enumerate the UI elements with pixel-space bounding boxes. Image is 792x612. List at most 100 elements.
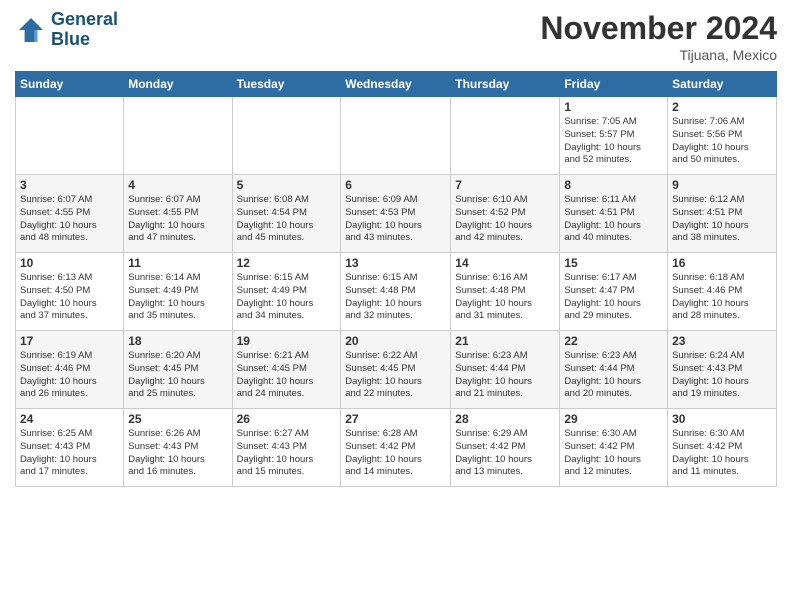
day-info: Sunrise: 6:16 AM Sunset: 4:48 PM Dayligh… (455, 272, 555, 323)
day-info: Sunrise: 6:13 AM Sunset: 4:50 PM Dayligh… (20, 272, 119, 323)
calendar-cell: 14 Sunrise: 6:16 AM Sunset: 4:48 PM Dayli… (451, 253, 560, 331)
calendar-week-row: 1 Sunrise: 7:05 AM Sunset: 5:57 PM Daylig… (16, 97, 777, 175)
weekday-header: Sunday (16, 72, 124, 97)
day-number: 25 (128, 412, 227, 426)
day-info: Sunrise: 6:26 AM Sunset: 4:43 PM Dayligh… (128, 428, 227, 479)
calendar-cell: 16Sunrise: 6:18 AM Sunset: 4:46 PM Dayli… (668, 253, 777, 331)
calendar-cell: 22 Sunrise: 6:23 AM Sunset: 4:44 PM Dayli… (560, 331, 668, 409)
day-number: 24 (20, 412, 119, 426)
day-number: 17 (20, 334, 119, 348)
day-info: Sunrise: 6:30 AM Sunset: 4:42 PM Dayligh… (564, 428, 663, 479)
day-number: 14 (455, 256, 555, 270)
day-info: Sunrise: 6:15 AM Sunset: 4:48 PM Dayligh… (345, 272, 446, 323)
calendar-cell: 7 Sunrise: 6:10 AM Sunset: 4:52 PM Daylig… (451, 175, 560, 253)
weekday-header: Tuesday (232, 72, 341, 97)
weekday-header: Friday (560, 72, 668, 97)
calendar-cell: 23Sunrise: 6:24 AM Sunset: 4:43 PM Dayli… (668, 331, 777, 409)
calendar-cell: 19 Sunrise: 6:21 AM Sunset: 4:45 PM Dayli… (232, 331, 341, 409)
calendar-cell: 12Sunrise: 6:15 AM Sunset: 4:49 PM Dayli… (232, 253, 341, 331)
day-info: Sunrise: 6:07 AM Sunset: 4:55 PM Dayligh… (20, 194, 119, 245)
day-info: Sunrise: 6:30 AM Sunset: 4:42 PM Dayligh… (672, 428, 772, 479)
day-number: 26 (237, 412, 337, 426)
calendar-table: SundayMondayTuesdayWednesdayThursdayFrid… (15, 71, 777, 487)
day-number: 10 (20, 256, 119, 270)
calendar-cell: 5Sunrise: 6:08 AM Sunset: 4:54 PM Daylig… (232, 175, 341, 253)
day-number: 28 (455, 412, 555, 426)
calendar-cell (232, 97, 341, 175)
day-info: Sunrise: 6:10 AM Sunset: 4:52 PM Dayligh… (455, 194, 555, 245)
calendar-cell (451, 97, 560, 175)
day-info: Sunrise: 6:18 AM Sunset: 4:46 PM Dayligh… (672, 272, 772, 323)
day-info: Sunrise: 6:19 AM Sunset: 4:46 PM Dayligh… (20, 350, 119, 401)
day-number: 6 (345, 178, 446, 192)
day-number: 15 (564, 256, 663, 270)
day-number: 18 (128, 334, 227, 348)
day-info: Sunrise: 6:24 AM Sunset: 4:43 PM Dayligh… (672, 350, 772, 401)
calendar-cell (16, 97, 124, 175)
day-number: 27 (345, 412, 446, 426)
day-number: 1 (564, 100, 663, 114)
calendar-cell: 26 Sunrise: 6:27 AM Sunset: 4:43 PM Dayli… (232, 409, 341, 487)
day-number: 4 (128, 178, 227, 192)
month-title: November 2024 (540, 10, 777, 47)
day-number: 8 (564, 178, 663, 192)
day-info: Sunrise: 6:17 AM Sunset: 4:47 PM Dayligh… (564, 272, 663, 323)
calendar-cell: 28 Sunrise: 6:29 AM Sunset: 4:42 PM Dayli… (451, 409, 560, 487)
calendar-cell: 4 Sunrise: 6:07 AM Sunset: 4:55 PM Daylig… (124, 175, 232, 253)
calendar-week-row: 10 Sunrise: 6:13 AM Sunset: 4:50 PM Dayli… (16, 253, 777, 331)
day-number: 11 (128, 256, 227, 270)
calendar-header-row: SundayMondayTuesdayWednesdayThursdayFrid… (16, 72, 777, 97)
calendar-cell: 27 Sunrise: 6:28 AM Sunset: 4:42 PM Dayli… (341, 409, 451, 487)
day-info: Sunrise: 6:12 AM Sunset: 4:51 PM Dayligh… (672, 194, 772, 245)
calendar-cell: 18 Sunrise: 6:20 AM Sunset: 4:45 PM Dayli… (124, 331, 232, 409)
day-info: Sunrise: 6:23 AM Sunset: 4:44 PM Dayligh… (564, 350, 663, 401)
calendar-cell: 15 Sunrise: 6:17 AM Sunset: 4:47 PM Dayli… (560, 253, 668, 331)
location: Tijuana, Mexico (540, 47, 777, 63)
day-info: Sunrise: 6:08 AM Sunset: 4:54 PM Dayligh… (237, 194, 337, 245)
logo-line1: General (51, 10, 118, 30)
logo-line2: Blue (51, 30, 118, 50)
calendar-cell: 30 Sunrise: 6:30 AM Sunset: 4:42 PM Dayli… (668, 409, 777, 487)
day-number: 22 (564, 334, 663, 348)
logo-text: General Blue (51, 10, 118, 50)
logo: General Blue (15, 10, 118, 50)
calendar-cell: 24 Sunrise: 6:25 AM Sunset: 4:43 PM Dayli… (16, 409, 124, 487)
day-number: 21 (455, 334, 555, 348)
calendar-cell: 10 Sunrise: 6:13 AM Sunset: 4:50 PM Dayli… (16, 253, 124, 331)
day-info: Sunrise: 6:27 AM Sunset: 4:43 PM Dayligh… (237, 428, 337, 479)
day-info: Sunrise: 6:28 AM Sunset: 4:42 PM Dayligh… (345, 428, 446, 479)
day-info: Sunrise: 6:29 AM Sunset: 4:42 PM Dayligh… (455, 428, 555, 479)
calendar-cell: 9 Sunrise: 6:12 AM Sunset: 4:51 PM Daylig… (668, 175, 777, 253)
calendar-cell: 25 Sunrise: 6:26 AM Sunset: 4:43 PM Dayli… (124, 409, 232, 487)
logo-icon (15, 14, 47, 46)
day-number: 12 (237, 256, 337, 270)
calendar-cell: 8 Sunrise: 6:11 AM Sunset: 4:51 PM Daylig… (560, 175, 668, 253)
day-number: 9 (672, 178, 772, 192)
calendar-cell: 1 Sunrise: 7:05 AM Sunset: 5:57 PM Daylig… (560, 97, 668, 175)
calendar-cell: 11Sunrise: 6:14 AM Sunset: 4:49 PM Dayli… (124, 253, 232, 331)
day-number: 19 (237, 334, 337, 348)
day-number: 30 (672, 412, 772, 426)
day-info: Sunrise: 6:23 AM Sunset: 4:44 PM Dayligh… (455, 350, 555, 401)
day-info: Sunrise: 6:20 AM Sunset: 4:45 PM Dayligh… (128, 350, 227, 401)
calendar-cell: 6Sunrise: 6:09 AM Sunset: 4:53 PM Daylig… (341, 175, 451, 253)
calendar-week-row: 24 Sunrise: 6:25 AM Sunset: 4:43 PM Dayli… (16, 409, 777, 487)
weekday-header: Saturday (668, 72, 777, 97)
calendar-cell: 21 Sunrise: 6:23 AM Sunset: 4:44 PM Dayli… (451, 331, 560, 409)
day-info: Sunrise: 6:21 AM Sunset: 4:45 PM Dayligh… (237, 350, 337, 401)
day-number: 2 (672, 100, 772, 114)
page-header: General Blue November 2024 Tijuana, Mexi… (15, 10, 777, 63)
day-info: Sunrise: 6:22 AM Sunset: 4:45 PM Dayligh… (345, 350, 446, 401)
day-number: 20 (345, 334, 446, 348)
weekday-header: Monday (124, 72, 232, 97)
day-info: Sunrise: 6:25 AM Sunset: 4:43 PM Dayligh… (20, 428, 119, 479)
calendar-week-row: 17 Sunrise: 6:19 AM Sunset: 4:46 PM Dayli… (16, 331, 777, 409)
day-number: 29 (564, 412, 663, 426)
day-number: 7 (455, 178, 555, 192)
day-info: Sunrise: 6:11 AM Sunset: 4:51 PM Dayligh… (564, 194, 663, 245)
page-container: General Blue November 2024 Tijuana, Mexi… (0, 0, 792, 497)
day-info: Sunrise: 6:07 AM Sunset: 4:55 PM Dayligh… (128, 194, 227, 245)
calendar-cell: 17 Sunrise: 6:19 AM Sunset: 4:46 PM Dayli… (16, 331, 124, 409)
day-info: Sunrise: 7:05 AM Sunset: 5:57 PM Dayligh… (564, 116, 663, 167)
day-number: 13 (345, 256, 446, 270)
